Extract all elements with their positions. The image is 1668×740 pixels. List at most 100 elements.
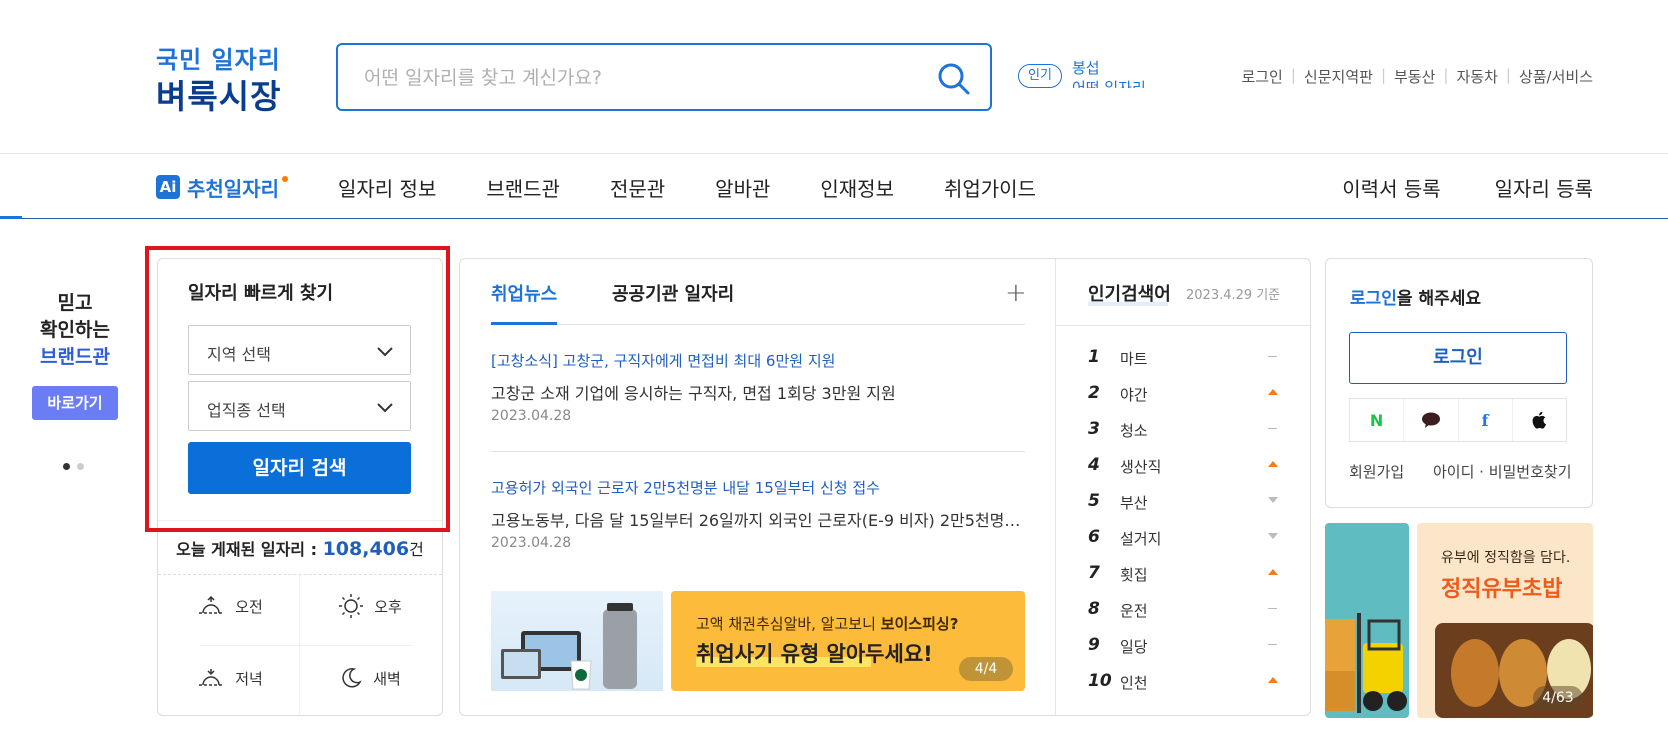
ranking-item[interactable]: 4 생산직 xyxy=(1088,455,1278,477)
logo-line2[interactable]: 벼룩시장 xyxy=(156,70,281,118)
login-message-highlight[interactable]: 로그인 xyxy=(1350,289,1397,309)
time-slot-label: 저녁 xyxy=(235,669,263,688)
ranking-item[interactable]: 8 운전 xyxy=(1088,599,1278,621)
today-posted-count: 오늘 게재된 일자리 : 108,406건 xyxy=(158,536,442,560)
news-title[interactable]: 고용허가 외국인 근로자 2만5천명분 내달 15일부터 신청 접수 xyxy=(491,477,1021,498)
ai-icon: Ai xyxy=(156,175,180,199)
forklift-promo-banner[interactable] xyxy=(1325,523,1409,718)
time-slot-afternoon[interactable]: 오후 xyxy=(300,586,440,626)
ranking-item[interactable]: 9 일당 xyxy=(1088,635,1278,657)
trend-same-icon xyxy=(1268,423,1278,433)
news-desc[interactable]: 고용노동부, 다음 달 15일부터 26일까지 외국인 근로자(E-9 비자) … xyxy=(491,507,1025,531)
ranking-item[interactable]: 7 횟집 xyxy=(1088,563,1278,585)
ranking-number: 7 xyxy=(1088,563,1100,583)
ranking-number: 3 xyxy=(1088,419,1100,439)
tab-public-jobs[interactable]: 공공기관 일자리 xyxy=(612,280,734,306)
ranking-keyword[interactable]: 운전 xyxy=(1120,600,1148,621)
popular-keyword[interactable]: 봉섭 xyxy=(1072,58,1152,78)
nav-job-info[interactable]: 일자리 정보 xyxy=(338,173,436,202)
kakao-login-icon[interactable] xyxy=(1404,399,1459,441)
news-thumbnail-image[interactable] xyxy=(491,591,663,691)
ranking-item[interactable]: 3 청소 xyxy=(1088,419,1278,441)
ranking-keyword[interactable]: 야간 xyxy=(1120,384,1148,405)
sunrise-icon xyxy=(199,595,224,614)
join-link[interactable]: 회원가입 xyxy=(1349,461,1404,482)
util-car-link[interactable]: 자동차 xyxy=(1456,66,1497,87)
util-newspaper-link[interactable]: 신문지역판 xyxy=(1304,66,1373,87)
forklift-illustration xyxy=(1325,613,1407,713)
trend-up-icon xyxy=(1268,567,1278,577)
news-title[interactable]: [고창소식] 고창군, 구직자에게 면접비 최대 6만원 지원 xyxy=(491,350,1021,371)
slider-dot[interactable] xyxy=(77,463,84,470)
util-links: 로그인 | 신문지역판 | 부동산 | 자동차 | 상품/서비스 xyxy=(1241,66,1593,87)
slider-dot-active[interactable] xyxy=(63,463,70,470)
time-slot-label: 새벽 xyxy=(373,669,401,688)
trend-down-icon xyxy=(1268,531,1278,541)
today-unit: 건 xyxy=(409,540,424,559)
ranking-keyword[interactable]: 마트 xyxy=(1120,348,1148,369)
util-realestate-link[interactable]: 부동산 xyxy=(1394,66,1435,87)
brand-go-button[interactable]: 바로가기 xyxy=(32,386,118,420)
tab-job-news[interactable]: 취업뉴스 xyxy=(491,280,557,306)
nav-recommend[interactable]: 추천일자리 xyxy=(187,173,279,202)
ranking-item[interactable]: 10 인천 xyxy=(1088,671,1278,693)
util-goods-link[interactable]: 상품/서비스 xyxy=(1519,66,1593,87)
nav-expert[interactable]: 전문관 xyxy=(610,173,665,202)
login-message: 로그인을 해주세요 xyxy=(1350,284,1481,309)
time-slot-morning[interactable]: 오전 xyxy=(160,586,300,626)
ranking-keyword[interactable]: 생산직 xyxy=(1120,456,1161,477)
promo-pagination[interactable]: 4/63 xyxy=(1533,686,1583,710)
today-count: 108,406 xyxy=(322,538,410,560)
nav-talent[interactable]: 인재정보 xyxy=(820,173,894,202)
nav-guide[interactable]: 취업가이드 xyxy=(944,173,1036,202)
divider xyxy=(200,645,412,646)
nav-alba[interactable]: 알바관 xyxy=(715,173,770,202)
ranking-keyword[interactable]: 부산 xyxy=(1120,492,1148,513)
ranking-number: 10 xyxy=(1088,671,1112,691)
ranking-keyword[interactable]: 일당 xyxy=(1120,636,1148,657)
new-dot-icon xyxy=(282,176,288,182)
ranking-keyword[interactable]: 설거지 xyxy=(1120,528,1161,549)
facebook-login-icon[interactable]: f xyxy=(1459,399,1513,441)
news-divider xyxy=(491,451,1025,452)
popular-badge: 인기 xyxy=(1018,64,1062,88)
util-separator: | xyxy=(1380,66,1386,84)
main-nav: Ai 추천일자리 일자리 정보 브랜드관 전문관 알바관 인재정보 취업가이드 xyxy=(156,170,1036,204)
util-login-link[interactable]: 로그인 xyxy=(1241,66,1282,87)
ranking-date: 2023.4.29 기준 xyxy=(1186,288,1281,303)
banner-line2: 취업사기 유형 알아두세요! xyxy=(696,642,933,666)
ranking-keyword[interactable]: 인천 xyxy=(1120,672,1148,693)
apple-login-icon[interactable] xyxy=(1513,399,1566,441)
nav-resume-register[interactable]: 이력서 등록 xyxy=(1342,173,1440,202)
find-account-link[interactable]: 아이디 · 비밀번호찾기 xyxy=(1433,461,1572,482)
moon-icon xyxy=(342,668,362,688)
popular-keyword-roll[interactable]: 봉섭 어떤 일자리 xyxy=(1072,58,1152,88)
search-icon[interactable] xyxy=(936,61,972,97)
naver-login-icon[interactable]: N xyxy=(1350,399,1405,441)
ranking-keyword[interactable]: 청소 xyxy=(1120,420,1148,441)
login-button[interactable]: 로그인 xyxy=(1349,332,1567,384)
news-date: 2023.04.28 xyxy=(491,535,572,551)
scam-warning-banner[interactable]: 고액 채권추심알바, 알고보니 보이스피싱? 취업사기 유형 알아두세요! 4/… xyxy=(671,591,1025,691)
sns-login-row: N f xyxy=(1349,398,1567,442)
banner-line1: 고액 채권추심알바, 알고보니 보이스피싱? xyxy=(696,613,958,634)
yubu-chobap-promo-banner[interactable]: 유부에 정직함을 담다. 정직유부초밥 4/63 xyxy=(1417,523,1593,718)
more-plus-icon[interactable]: + xyxy=(1005,278,1027,308)
ranking-item[interactable]: 1 마트 xyxy=(1088,347,1278,369)
news-desc[interactable]: 고창군 소재 기업에 응시하는 구직자, 면접 1회당 3만원 지원 xyxy=(491,380,1025,404)
ranking-item[interactable]: 6 설거지 xyxy=(1088,527,1278,549)
time-slot-evening[interactable]: 저녁 xyxy=(160,658,300,698)
popular-keyword-next[interactable]: 어떤 일자리 xyxy=(1072,78,1152,88)
ranking-number: 1 xyxy=(1088,347,1100,367)
nav-brand[interactable]: 브랜드관 xyxy=(486,173,560,202)
banner-pagination[interactable]: 4/4 xyxy=(959,657,1013,681)
ranking-item[interactable]: 2 야간 xyxy=(1088,383,1278,405)
news-date: 2023.04.28 xyxy=(491,408,572,424)
ranking-item[interactable]: 5 부산 xyxy=(1088,491,1278,513)
ranking-number: 2 xyxy=(1088,383,1100,403)
ranking-keyword[interactable]: 횟집 xyxy=(1120,564,1148,585)
nav-job-register[interactable]: 일자리 등록 xyxy=(1495,173,1593,202)
search-input[interactable] xyxy=(364,63,924,93)
time-slot-dawn[interactable]: 새벽 xyxy=(300,658,440,698)
trend-same-icon xyxy=(1268,351,1278,361)
